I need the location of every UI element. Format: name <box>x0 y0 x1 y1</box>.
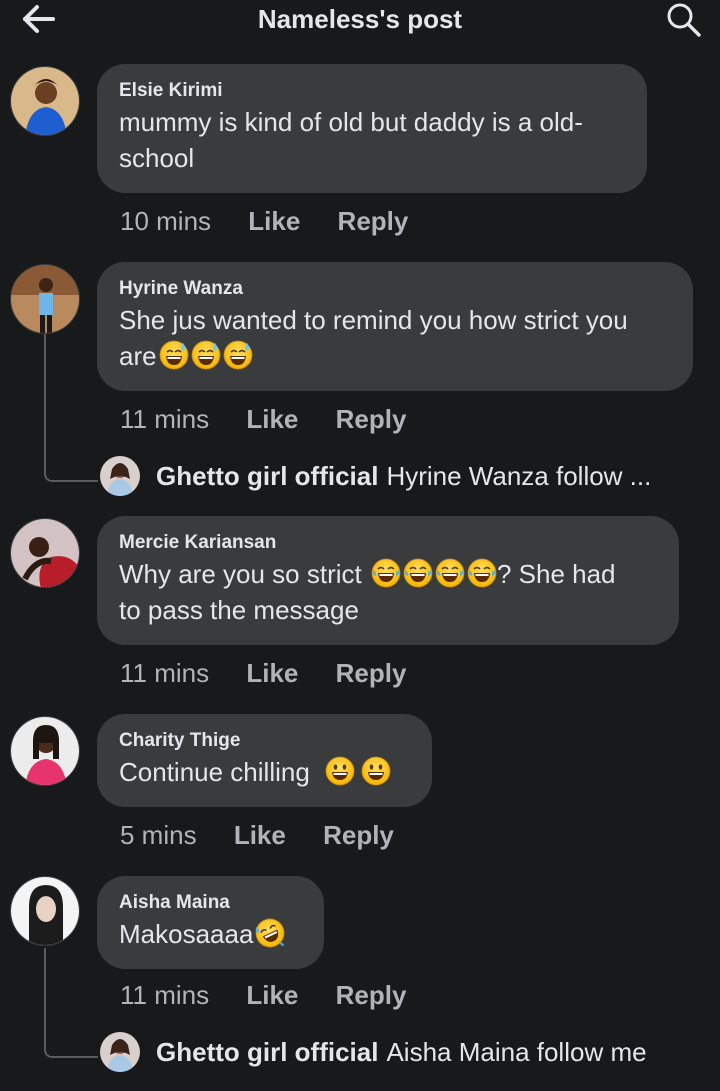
reply-author: Ghetto girl official <box>156 461 379 491</box>
comment-time: 11 mins <box>120 658 210 688</box>
top-bar: Nameless's post <box>0 0 720 40</box>
reply-snippet: Aisha Maina follow me <box>386 1037 647 1067</box>
tears-of-joy-emoji <box>403 558 433 588</box>
comment-bubble[interactable]: Mercie Kariansan Why are you so strict ?… <box>97 516 679 645</box>
reply-snippet: Hyrine Wanza follow ... <box>386 461 652 491</box>
comment-text: Makosaaaa <box>119 919 254 949</box>
comment-actions: 10 mins Like Reply <box>120 206 408 237</box>
avatar[interactable] <box>10 716 80 786</box>
comment-author[interactable]: Mercie Kariansan <box>119 530 657 556</box>
like-button[interactable]: Like <box>246 980 298 1010</box>
comment-author[interactable]: Hyrine Wanza <box>119 276 671 302</box>
reply-author: Ghetto girl official <box>156 1037 379 1067</box>
comment-bubble[interactable]: Elsie Kirimi mummy is kind of old but da… <box>97 64 647 193</box>
page-title: Nameless's post <box>257 4 463 34</box>
search-button[interactable] <box>666 2 702 38</box>
like-button[interactable]: Like <box>234 820 286 850</box>
tears-of-joy-emoji <box>371 558 401 588</box>
comment-bubble[interactable]: Charity Thige Continue chilling <box>97 714 432 807</box>
comment-text: She jus wanted to remind you how strict … <box>119 305 628 335</box>
comment-text: school <box>119 143 195 173</box>
reply-button[interactable]: Reply <box>336 658 407 688</box>
grinning-face-emoji <box>361 756 391 786</box>
comment-text: Continue chilling <box>119 757 318 787</box>
search-icon <box>667 3 701 37</box>
comment-time: 5 mins <box>120 820 197 850</box>
grinning-sweat-emoji <box>191 340 221 370</box>
thread-connector <box>44 948 98 1058</box>
comment-author[interactable]: Elsie Kirimi <box>119 78 625 104</box>
comment-actions: 5 mins Like Reply <box>120 820 394 851</box>
reply-button[interactable]: Reply <box>323 820 394 850</box>
rolling-laughing-emoji <box>255 918 285 948</box>
tears-of-joy-emoji <box>467 558 497 588</box>
tears-of-joy-emoji <box>435 558 465 588</box>
grinning-sweat-emoji <box>159 340 189 370</box>
comment-bubble[interactable]: Hyrine Wanza She jus wanted to remind yo… <box>97 262 693 391</box>
comment-text: are <box>119 341 157 371</box>
like-button[interactable]: Like <box>246 404 298 434</box>
comment-time: 11 mins <box>120 404 210 434</box>
comment-text-line: are <box>119 338 671 374</box>
avatar <box>100 1032 140 1072</box>
avatar[interactable] <box>10 66 80 136</box>
reply-button[interactable]: Reply <box>336 404 407 434</box>
like-button[interactable]: Like <box>246 658 298 688</box>
avatar[interactable] <box>10 264 80 334</box>
comment-text-line: Continue chilling <box>119 754 410 790</box>
avatar <box>100 456 140 496</box>
comment-text-line: Makosaaaa <box>119 916 302 952</box>
comment-author[interactable]: Charity Thige <box>119 728 410 754</box>
avatar[interactable] <box>10 876 80 946</box>
comment-text: to pass the message <box>119 595 359 625</box>
grinning-sweat-emoji <box>223 340 253 370</box>
comment-actions: 11 mins Like Reply <box>120 404 406 435</box>
comment-text-line: Why are you so strict ? She had <box>119 556 657 592</box>
like-button[interactable]: Like <box>248 206 300 236</box>
comment-text: ? She had <box>496 559 616 589</box>
comment-actions: 11 mins Like Reply <box>120 980 406 1011</box>
thread-connector <box>44 334 98 482</box>
comment-text: Why are you so strict <box>119 559 369 589</box>
comment-text: mummy is kind of old but daddy is a old- <box>119 107 583 137</box>
reply-button[interactable]: Reply <box>338 206 409 236</box>
comment-actions: 11 mins Like Reply <box>120 658 406 689</box>
reply-button[interactable]: Reply <box>336 980 407 1010</box>
comment-bubble[interactable]: Aisha Maina Makosaaaa <box>97 876 324 969</box>
comment-time: 11 mins <box>120 980 210 1010</box>
comment-time: 10 mins <box>120 206 212 236</box>
avatar[interactable] <box>10 518 80 588</box>
comment-author[interactable]: Aisha Maina <box>119 890 302 916</box>
grinning-face-emoji <box>325 756 355 786</box>
